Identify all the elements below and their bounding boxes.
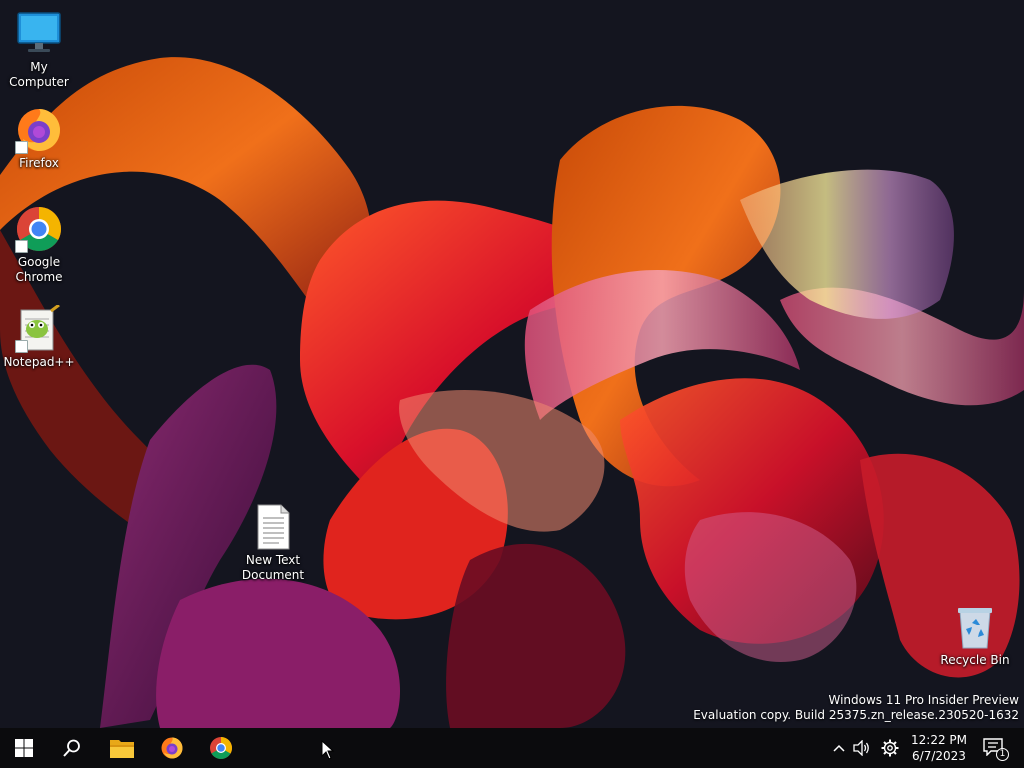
shortcut-arrow-icon [15, 340, 28, 353]
desktop-icon-firefox[interactable]: Firefox [1, 106, 77, 171]
chrome-icon [15, 205, 63, 253]
desktop-icon-label: New Text Document [241, 553, 305, 582]
desktop-icon-recycle-bin[interactable]: Recycle Bin [937, 603, 1013, 668]
volume-icon [853, 740, 869, 756]
start-icon [15, 739, 33, 757]
taskbar: 12:22 PM 6/7/2023 1 [0, 728, 1024, 768]
chevron-up-icon [833, 744, 845, 752]
chrome-icon [210, 737, 232, 759]
file-explorer-button[interactable] [99, 728, 145, 768]
search-button[interactable] [49, 728, 95, 768]
shortcut-arrow-icon [15, 141, 28, 154]
monitor-icon [15, 10, 63, 58]
desktop-icon-new-text-document[interactable]: New Text Document [235, 503, 311, 583]
clock-time: 12:22 PM [911, 733, 967, 747]
desktop-icon-label: Notepad++ [3, 355, 75, 369]
desktop-icon-label: Google Chrome [15, 255, 63, 284]
start-button[interactable] [1, 728, 47, 768]
windows-evaluation-watermark: Windows 11 Pro Insider Preview Evaluatio… [693, 693, 1019, 723]
desktop-icon-notepadpp[interactable]: Notepad++ [1, 303, 77, 370]
search-icon [63, 739, 80, 757]
taskbar-clock[interactable]: 12:22 PM 6/7/2023 [905, 728, 973, 768]
volume-button[interactable] [851, 728, 873, 768]
watermark-line-2: Evaluation copy. Build 25375.zn_release.… [693, 708, 1019, 722]
desktop-icon-my-computer[interactable]: My Computer [1, 10, 77, 90]
recycle-bin-icon [951, 603, 999, 651]
desktop-wallpaper [0, 0, 1024, 728]
notepadpp-icon [15, 303, 63, 353]
mouse-cursor-icon [321, 740, 335, 760]
firefox-icon [161, 737, 183, 759]
shortcut-arrow-icon [15, 240, 28, 253]
notification-center-button[interactable]: 1 [978, 728, 1010, 768]
firefox-icon [15, 106, 63, 154]
gear-icon [881, 739, 899, 757]
clock-date: 6/7/2023 [912, 749, 966, 763]
desktop-icon-label: My Computer [9, 60, 69, 89]
watermark-line-1: Windows 11 Pro Insider Preview [828, 693, 1019, 707]
taskbar-firefox-button[interactable] [149, 728, 195, 768]
notification-count-badge: 1 [996, 748, 1009, 761]
desktop-icon-label: Firefox [19, 156, 59, 170]
taskbar-chrome-button[interactable] [198, 728, 244, 768]
settings-tray-button[interactable] [879, 728, 901, 768]
file-explorer-icon [110, 740, 134, 758]
desktop-icon-google-chrome[interactable]: Google Chrome [1, 205, 77, 285]
show-hidden-icons-button[interactable] [828, 728, 850, 768]
desktop-icon-label: Recycle Bin [940, 653, 1010, 667]
text-document-icon [249, 503, 297, 551]
